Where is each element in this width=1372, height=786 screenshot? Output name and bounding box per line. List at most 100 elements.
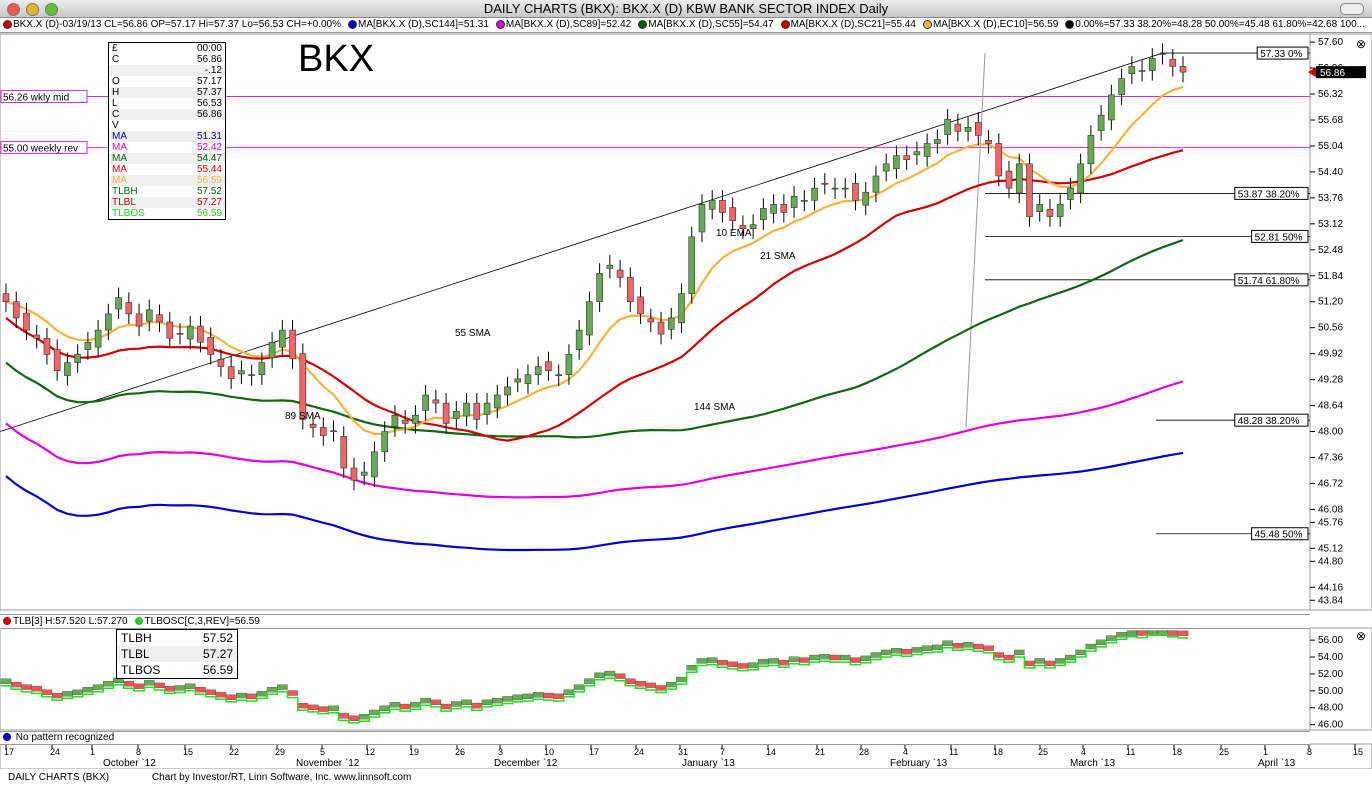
candle-body	[463, 402, 470, 417]
candle-body	[1148, 58, 1156, 71]
data-box-label: MA	[112, 153, 127, 164]
x-tick-label: 8	[1307, 747, 1312, 757]
y-tick-label: 54.40	[1318, 167, 1343, 178]
candle-body	[43, 337, 51, 355]
tlb-brick	[266, 686, 278, 693]
tlb-brick	[256, 691, 268, 697]
x-tick-label: 29	[275, 747, 285, 757]
candle-body	[893, 155, 900, 169]
tlb-brick	[164, 686, 176, 692]
tlb-brick	[451, 701, 462, 707]
candle-body	[708, 200, 716, 210]
tlb-brick	[870, 652, 882, 658]
tlb-brick	[522, 693, 534, 700]
tlb-brick	[1106, 635, 1117, 641]
candle-body	[801, 200, 808, 202]
y-tick-label: 49.28	[1318, 375, 1343, 386]
data-box-value: 56.59	[196, 175, 222, 186]
candle-body	[391, 414, 399, 427]
candle-body	[811, 187, 818, 201]
x-tick-label: 14	[766, 747, 776, 757]
candle-body	[657, 321, 665, 335]
tlb-brick	[860, 655, 871, 662]
tlb-brick	[563, 689, 575, 695]
tlb-brick	[1167, 630, 1179, 636]
ma-label: 21 SMA	[760, 251, 796, 262]
candle-body	[453, 410, 460, 419]
data-box-value: 56.59	[196, 208, 222, 219]
tlb-brick	[410, 702, 421, 708]
candle-body	[1118, 78, 1125, 96]
candle-body	[186, 325, 194, 340]
ma-label: 89 SMA	[285, 411, 321, 422]
tlb-brick	[768, 658, 779, 664]
candle-body	[1056, 204, 1064, 217]
candle-body	[1067, 187, 1074, 200]
x-month-label: December `12	[494, 757, 558, 769]
tlb-data-box: TLBH 57.52 TLBL 57.27 TLBOS 56.59	[116, 629, 238, 679]
tlb-brick	[1095, 639, 1107, 645]
data-box: £ 00:00 C 56.86 -.12 O 57.17 H 57.37 L 56.53 C 56.…	[108, 42, 226, 220]
x-tick-label: 15	[183, 747, 193, 757]
lower-y-tick-label: 46.00	[1318, 720, 1343, 731]
tlb-brick	[1136, 630, 1148, 636]
candle-body	[524, 374, 532, 384]
fib-label: 48.28 38.20%	[1238, 416, 1300, 427]
candle-body	[596, 273, 603, 303]
tlb-value: 56.59	[202, 663, 233, 677]
candle-body	[698, 204, 706, 233]
y-tick-label: 53.76	[1318, 193, 1343, 204]
tlb-brick	[737, 663, 749, 669]
tlb-brick	[921, 645, 933, 651]
candle-body	[145, 309, 153, 322]
candle-body	[995, 143, 1003, 177]
tlb-brick	[277, 684, 288, 690]
candle-body	[23, 312, 30, 331]
tlb-brick	[461, 699, 472, 705]
tlb-brick	[819, 654, 831, 660]
data-box-label: TLBL	[112, 197, 136, 208]
y-tick-label: 44.80	[1318, 556, 1343, 567]
tlb-brick	[358, 714, 370, 720]
x-tick-label: 5	[320, 747, 325, 757]
data-box-row: MA 54.47	[109, 153, 225, 164]
tlb-brick	[440, 703, 452, 710]
tlb-brick	[993, 652, 1005, 658]
candle-body	[545, 361, 552, 371]
candle-body	[227, 366, 235, 380]
tlb-brick	[543, 692, 554, 699]
data-box-label: TLBH	[112, 186, 138, 197]
ma-label: 10 EMA	[716, 228, 752, 239]
data-box-value: 54.47	[196, 153, 222, 164]
tlb-brick	[973, 643, 984, 650]
ma-label: 55 SMA	[455, 328, 491, 339]
tlb-brick	[1013, 649, 1025, 656]
data-box-row: C 56.86	[109, 54, 225, 65]
ma-label: 144 SMA	[694, 402, 735, 413]
candle-body	[412, 414, 419, 424]
candle-body	[371, 451, 378, 478]
lower-y-tick-label: 52.00	[1318, 669, 1343, 680]
pattern-text: No pattern recognized	[15, 732, 115, 743]
x-tick-label: 21	[815, 747, 825, 757]
data-box-value: 56.53	[196, 98, 222, 109]
pattern-dot-icon	[3, 733, 11, 742]
tlb-label: TLBOS	[121, 663, 161, 677]
candle-body	[1036, 204, 1044, 212]
fib-label: 45.48 50%	[1255, 530, 1303, 541]
data-box-time: 00:00	[196, 43, 222, 54]
x-month-label: January `13	[682, 757, 735, 769]
data-box-label: C	[112, 109, 120, 120]
data-box-label: MA	[112, 175, 127, 186]
x-month-label: November `12	[296, 757, 360, 769]
x-tick-label: 18	[1172, 747, 1182, 757]
tlb-brick	[778, 659, 790, 666]
data-box-label: C	[112, 54, 120, 65]
lower-legend-text: TLB[3] H:57.520 L:57.270	[13, 616, 128, 627]
tlb-value: 57.52	[202, 631, 233, 645]
x-tick-label: 31	[678, 747, 688, 757]
candle-body	[176, 333, 184, 335]
candle-body	[1159, 53, 1166, 55]
candle-body	[862, 191, 870, 206]
data-box-row: C 56.86	[109, 109, 225, 120]
